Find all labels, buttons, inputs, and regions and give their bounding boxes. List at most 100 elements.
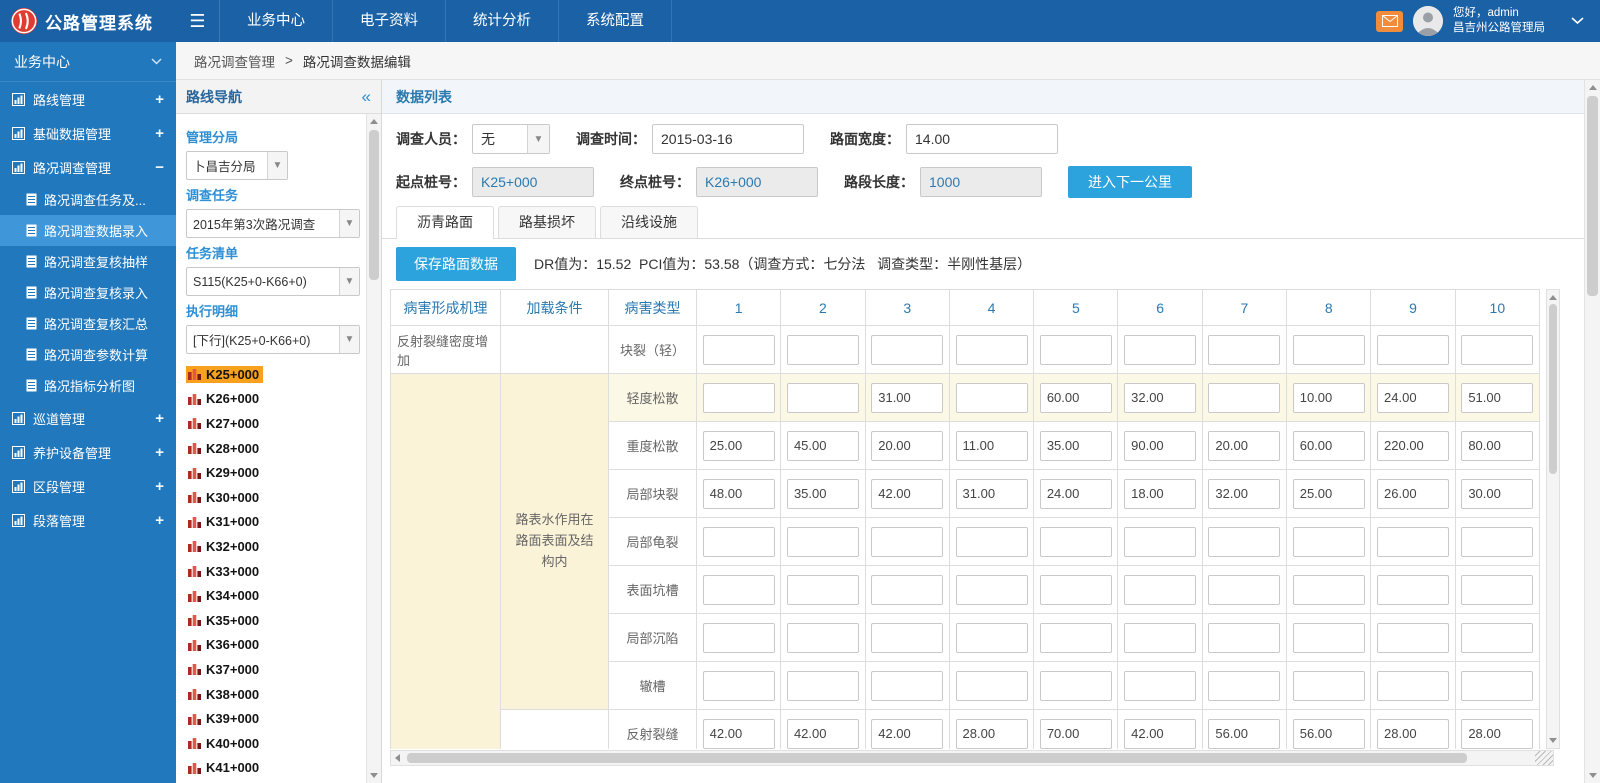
sidebar-item[interactable]: 养护设备管理+ bbox=[0, 435, 176, 469]
disease-value-input[interactable] bbox=[956, 335, 1028, 365]
stake-item[interactable]: K33+000 bbox=[186, 559, 360, 584]
tab-1[interactable]: 路基损坏 bbox=[498, 206, 596, 238]
disease-value-input[interactable] bbox=[1461, 431, 1533, 461]
disease-value-input[interactable] bbox=[703, 527, 775, 557]
disease-value-input[interactable] bbox=[1293, 671, 1365, 701]
disease-value-input[interactable] bbox=[1377, 575, 1449, 605]
stake-item[interactable]: K35+000 bbox=[186, 608, 360, 633]
disease-value-input[interactable] bbox=[1377, 431, 1449, 461]
disease-value-input[interactable] bbox=[1124, 479, 1196, 509]
sidebar-item[interactable]: 基础数据管理+ bbox=[0, 116, 176, 150]
disease-value-input[interactable] bbox=[1377, 335, 1449, 365]
resize-grip-icon[interactable] bbox=[1535, 751, 1553, 765]
sidebar-subitem[interactable]: 路况调查任务及... bbox=[0, 184, 176, 215]
disease-value-input[interactable] bbox=[703, 671, 775, 701]
disease-value-input[interactable] bbox=[1208, 623, 1280, 653]
disease-value-input[interactable] bbox=[956, 671, 1028, 701]
disease-value-input[interactable] bbox=[1208, 575, 1280, 605]
sidebar-subitem[interactable]: 路况调查复核抽样 bbox=[0, 246, 176, 277]
stake-item[interactable]: K25+000 bbox=[186, 362, 360, 387]
disease-value-input[interactable] bbox=[703, 575, 775, 605]
disease-value-input[interactable] bbox=[703, 719, 775, 749]
disease-value-input[interactable] bbox=[871, 575, 943, 605]
disease-value-input[interactable] bbox=[956, 527, 1028, 557]
disease-value-input[interactable] bbox=[956, 383, 1028, 413]
disease-value-input[interactable] bbox=[787, 479, 859, 509]
table-scrollbar-vertical[interactable] bbox=[1546, 289, 1560, 749]
stake-item[interactable]: K31+000 bbox=[186, 510, 360, 535]
disease-value-input[interactable] bbox=[1208, 383, 1280, 413]
sidebar-header[interactable]: 业务中心 bbox=[0, 42, 176, 82]
save-surface-data-button[interactable]: 保存路面数据 bbox=[396, 247, 516, 281]
breadcrumb-parent[interactable]: 路况调查管理 bbox=[194, 51, 275, 71]
disease-value-input[interactable] bbox=[1377, 719, 1449, 749]
scroll-down-icon[interactable] bbox=[1589, 773, 1597, 778]
stake-item[interactable]: K28+000 bbox=[186, 436, 360, 461]
sidebar-subitem[interactable]: 路况调查复核录入 bbox=[0, 277, 176, 308]
disease-value-input[interactable] bbox=[1040, 623, 1112, 653]
disease-value-input[interactable] bbox=[787, 335, 859, 365]
stake-item[interactable]: K29+000 bbox=[186, 460, 360, 485]
disease-value-input[interactable] bbox=[871, 623, 943, 653]
disease-value-input[interactable] bbox=[1040, 719, 1112, 749]
scrollbar-thumb[interactable] bbox=[407, 753, 1467, 763]
user-avatar-icon[interactable] bbox=[1413, 6, 1443, 36]
disease-value-input[interactable] bbox=[1040, 671, 1112, 701]
next-km-button[interactable]: 进入下一公里 bbox=[1068, 166, 1192, 198]
surveyor-select[interactable]: 无 ▼ bbox=[472, 124, 550, 154]
disease-value-input[interactable] bbox=[1124, 431, 1196, 461]
disease-value-input[interactable] bbox=[871, 431, 943, 461]
stake-item[interactable]: K32+000 bbox=[186, 534, 360, 559]
disease-value-input[interactable] bbox=[871, 335, 943, 365]
scroll-up-icon[interactable] bbox=[370, 119, 378, 124]
chevron-down-icon[interactable] bbox=[1571, 17, 1584, 25]
disease-value-input[interactable] bbox=[787, 383, 859, 413]
filter-select[interactable]: 2015年第3次路况调查▼ bbox=[186, 209, 360, 238]
disease-value-input[interactable] bbox=[1208, 719, 1280, 749]
disease-value-input[interactable] bbox=[1293, 719, 1365, 749]
road-width-input[interactable] bbox=[906, 124, 1058, 154]
disease-value-input[interactable] bbox=[787, 719, 859, 749]
survey-date-input[interactable] bbox=[652, 124, 804, 154]
scroll-up-icon[interactable] bbox=[1589, 85, 1597, 90]
disease-value-input[interactable] bbox=[1208, 671, 1280, 701]
disease-value-input[interactable] bbox=[1208, 431, 1280, 461]
disease-value-input[interactable] bbox=[703, 383, 775, 413]
sidebar-subitem[interactable]: 路况调查复核汇总 bbox=[0, 308, 176, 339]
disease-value-input[interactable] bbox=[1124, 623, 1196, 653]
disease-value-input[interactable] bbox=[1124, 719, 1196, 749]
sidebar-item[interactable]: 路况调查管理− bbox=[0, 150, 176, 184]
topbar-nav-item[interactable]: 统计分析 bbox=[446, 0, 559, 42]
disease-value-input[interactable] bbox=[1461, 527, 1533, 557]
disease-value-input[interactable] bbox=[1293, 575, 1365, 605]
disease-value-input[interactable] bbox=[956, 479, 1028, 509]
disease-value-input[interactable] bbox=[956, 719, 1028, 749]
disease-value-input[interactable] bbox=[1461, 479, 1533, 509]
disease-value-input[interactable] bbox=[1208, 479, 1280, 509]
topbar-nav-item[interactable]: 业务中心 bbox=[220, 0, 333, 42]
disease-value-input[interactable] bbox=[1293, 383, 1365, 413]
disease-value-input[interactable] bbox=[871, 527, 943, 557]
disease-value-input[interactable] bbox=[1293, 527, 1365, 557]
disease-value-input[interactable] bbox=[1040, 479, 1112, 509]
stake-item[interactable]: K36+000 bbox=[186, 633, 360, 658]
stake-item[interactable]: K27+000 bbox=[186, 411, 360, 436]
page-scrollbar[interactable] bbox=[1584, 80, 1600, 783]
disease-value-input[interactable] bbox=[787, 623, 859, 653]
disease-value-input[interactable] bbox=[1293, 623, 1365, 653]
tab-0[interactable]: 沥青路面 bbox=[396, 206, 494, 239]
disease-value-input[interactable] bbox=[956, 575, 1028, 605]
disease-value-input[interactable] bbox=[1124, 383, 1196, 413]
disease-value-input[interactable] bbox=[871, 671, 943, 701]
disease-value-input[interactable] bbox=[1040, 431, 1112, 461]
disease-value-input[interactable] bbox=[1461, 383, 1533, 413]
disease-value-input[interactable] bbox=[703, 623, 775, 653]
disease-value-input[interactable] bbox=[1377, 671, 1449, 701]
disease-value-input[interactable] bbox=[1040, 527, 1112, 557]
collapse-panel-icon[interactable]: « bbox=[362, 88, 371, 105]
disease-value-input[interactable] bbox=[1124, 335, 1196, 365]
stake-item[interactable]: K30+000 bbox=[186, 485, 360, 510]
stake-item[interactable]: K41+000 bbox=[186, 756, 360, 781]
hamburger-menu-icon[interactable]: ☰ bbox=[176, 0, 220, 42]
sidebar-subitem[interactable]: 路况调查数据录入 bbox=[0, 215, 176, 246]
